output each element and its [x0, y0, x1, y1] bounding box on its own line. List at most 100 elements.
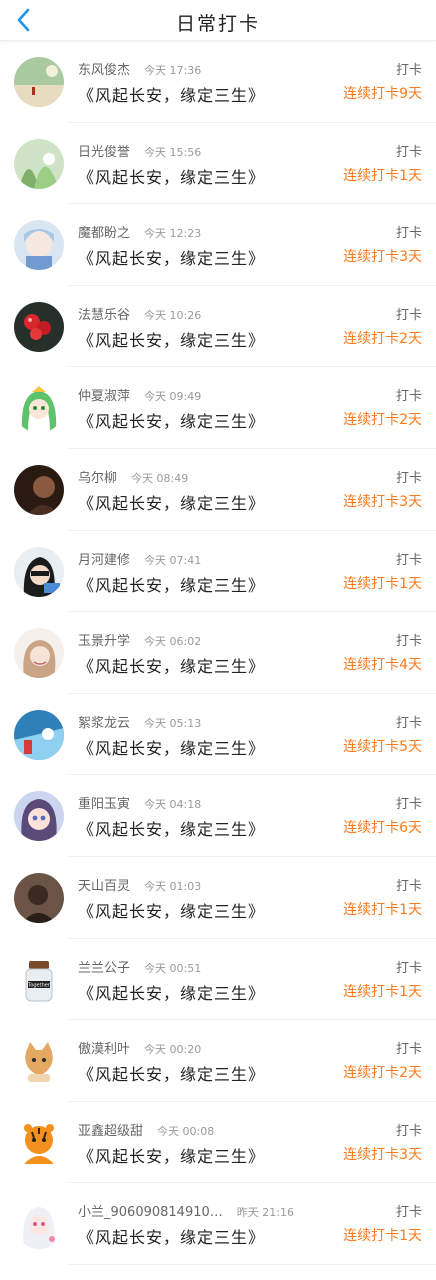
avatar[interactable]: [14, 301, 64, 352]
user-name[interactable]: 天山百灵: [78, 879, 130, 894]
user-name[interactable]: 东风俊杰: [78, 63, 130, 78]
avatar[interactable]: [14, 383, 64, 434]
user-name[interactable]: 玉景升学: [78, 634, 130, 649]
avatar-image: [14, 1199, 64, 1250]
checkin-label: 打卡: [395, 1205, 422, 1221]
checkin-status: 打卡 连续打卡1天: [326, 1183, 436, 1265]
list-item[interactable]: 重阳玉寅 今天 04:18 《风起长安，缘定三生》 打卡 连续打卡6天: [14, 775, 436, 857]
list-item[interactable]: 魔都盼之 今天 12:23 《风起长安，缘定三生》 打卡 连续打卡3天: [14, 204, 436, 286]
avatar[interactable]: [14, 709, 64, 760]
user-name[interactable]: 兰兰公子: [78, 961, 130, 976]
avatar[interactable]: [14, 628, 64, 679]
avatar[interactable]: Together: [14, 954, 64, 1005]
list-item[interactable]: 日光俊誉 今天 15:56 《风起长安，缘定三生》 打卡 连续打卡1天: [14, 123, 436, 205]
entry-meta: 兰兰公子 今天 00:51: [78, 957, 201, 976]
avatar-image: [14, 383, 64, 434]
entry-meta: 乌尔柳 今天 08:49: [78, 467, 188, 486]
checkin-content: 《风起长安，缘定三生》: [78, 1228, 266, 1248]
avatar[interactable]: [14, 791, 64, 842]
avatar-image: [14, 1117, 64, 1168]
checkin-time: 今天 00:08: [157, 1124, 215, 1138]
user-name[interactable]: 日光俊誉: [78, 145, 130, 160]
avatar[interactable]: [14, 872, 64, 923]
avatar[interactable]: [14, 1036, 64, 1087]
list-item[interactable]: 小兰_906090814910… 昨天 21:16 《风起长安，缘定三生》 打卡 …: [14, 1183, 436, 1265]
checkin-label: 打卡: [395, 715, 422, 731]
checkin-status: 打卡 连续打卡1天: [326, 939, 436, 1021]
user-name[interactable]: 重阳玉寅: [78, 797, 130, 812]
checkin-content: 《风起长安，缘定三生》: [78, 1146, 266, 1166]
list-item[interactable]: 絮浆龙云 今天 05:13 《风起长安，缘定三生》 打卡 连续打卡5天: [14, 694, 436, 776]
checkin-time: 今天 09:49: [144, 390, 202, 404]
checkin-time: 今天 06:02: [144, 635, 202, 649]
user-name[interactable]: 仲夏淑萍: [78, 389, 130, 404]
checkin-status: 打卡 连续打卡5天: [326, 694, 436, 776]
checkin-time: 今天 01:03: [144, 879, 202, 893]
checkin-label: 打卡: [395, 307, 422, 323]
checkin-content: 《风起长安，缘定三生》: [78, 901, 266, 921]
list-item[interactable]: Together 兰兰公子 今天 00:51 《风起长安，缘定三生》 打卡 连续打…: [14, 939, 436, 1021]
list-item[interactable]: 天山百灵 今天 01:03 《风起长安，缘定三生》 打卡 连续打卡1天: [14, 857, 436, 939]
checkin-label: 打卡: [395, 226, 422, 242]
list-item[interactable]: 仲夏淑萍 今天 09:49 《风起长安，缘定三生》 打卡 连续打卡2天: [14, 367, 436, 449]
list-item[interactable]: 东风俊杰 今天 17:36 《风起长安，缘定三生》 打卡 连续打卡9天: [14, 41, 436, 123]
checkin-status: 打卡 连续打卡9天: [326, 41, 436, 123]
checkin-time: 今天 10:26: [144, 308, 202, 322]
streak-badge: 连续打卡1天: [343, 983, 422, 1000]
entry-meta: 傲漠利叶 今天 00:20: [78, 1038, 201, 1057]
user-name[interactable]: 乌尔柳: [78, 471, 117, 486]
list-item[interactable]: 傲漠利叶 今天 00:20 《风起长安，缘定三生》 打卡 连续打卡2天: [14, 1020, 436, 1102]
streak-badge: 连续打卡2天: [343, 330, 422, 347]
checkin-label: 打卡: [395, 634, 422, 650]
user-name[interactable]: 魔都盼之: [78, 226, 130, 241]
user-name[interactable]: 法慧乐谷: [78, 308, 130, 323]
user-name[interactable]: 傲漠利叶: [78, 1042, 130, 1057]
user-name[interactable]: 絮浆龙云: [78, 716, 130, 731]
entry-meta: 天山百灵 今天 01:03: [78, 875, 201, 894]
avatar[interactable]: [14, 138, 64, 189]
avatar[interactable]: [14, 1117, 64, 1168]
top-bar: 日常打卡: [0, 0, 436, 41]
avatar[interactable]: [14, 546, 64, 597]
streak-badge: 连续打卡4天: [343, 657, 422, 674]
avatar-image: [14, 709, 64, 760]
checkin-time: 今天 15:56: [144, 145, 202, 159]
checkin-status: 打卡 连续打卡2天: [326, 286, 436, 368]
avatar[interactable]: [14, 57, 64, 107]
streak-badge: 连续打卡1天: [343, 1228, 422, 1245]
entry-meta: 絮浆龙云 今天 05:13: [78, 712, 201, 731]
checkin-content: 《风起长安，缘定三生》: [78, 493, 266, 513]
avatar[interactable]: [14, 220, 64, 271]
list-item[interactable]: 乌尔柳 今天 08:49 《风起长安，缘定三生》 打卡 连续打卡3天: [14, 449, 436, 531]
user-name[interactable]: 小兰_906090814910…: [78, 1205, 223, 1220]
entry-meta: 魔都盼之 今天 12:23: [78, 222, 201, 241]
checkin-content: 《风起长安，缘定三生》: [78, 167, 266, 187]
checkin-content: 《风起长安，缘定三生》: [78, 86, 266, 105]
list-item[interactable]: 月河建修 今天 07:41 《风起长安，缘定三生》 打卡 连续打卡1天: [14, 531, 436, 613]
checkin-time: 今天 12:23: [144, 227, 202, 241]
entry-meta: 仲夏淑萍 今天 09:49: [78, 385, 201, 404]
streak-badge: 连续打卡2天: [343, 1065, 422, 1082]
entry-meta: 小兰_906090814910… 昨天 21:16: [78, 1201, 294, 1220]
avatar[interactable]: [14, 464, 64, 515]
checkin-time: 今天 17:36: [144, 64, 202, 77]
streak-badge: 连续打卡6天: [343, 820, 422, 837]
avatar-image: [14, 628, 64, 679]
checkin-label: 打卡: [395, 797, 422, 813]
checkin-time: 昨天 21:16: [236, 1206, 294, 1220]
checkin-status: 打卡 连续打卡6天: [326, 775, 436, 857]
checkin-status: 打卡 连续打卡2天: [326, 367, 436, 449]
avatar-image: [14, 301, 64, 352]
avatar-image: [14, 464, 64, 515]
checkin-label: 打卡: [395, 552, 422, 568]
user-name[interactable]: 月河建修: [78, 553, 130, 568]
user-name[interactable]: 亚鑫超级甜: [78, 1124, 143, 1139]
list-item[interactable]: 玉景升学 今天 06:02 《风起长安，缘定三生》 打卡 连续打卡4天: [14, 612, 436, 694]
checkin-label: 打卡: [395, 878, 422, 894]
list-item[interactable]: 亚鑫超级甜 今天 00:08 《风起长安，缘定三生》 打卡 连续打卡3天: [14, 1102, 436, 1184]
list-item[interactable]: 法慧乐谷 今天 10:26 《风起长安，缘定三生》 打卡 连续打卡2天: [14, 286, 436, 368]
entry-meta: 日光俊誉 今天 15:56: [78, 141, 201, 160]
avatar-image: [14, 138, 64, 189]
avatar-image: Together: [14, 954, 64, 1005]
avatar[interactable]: [14, 1199, 64, 1250]
